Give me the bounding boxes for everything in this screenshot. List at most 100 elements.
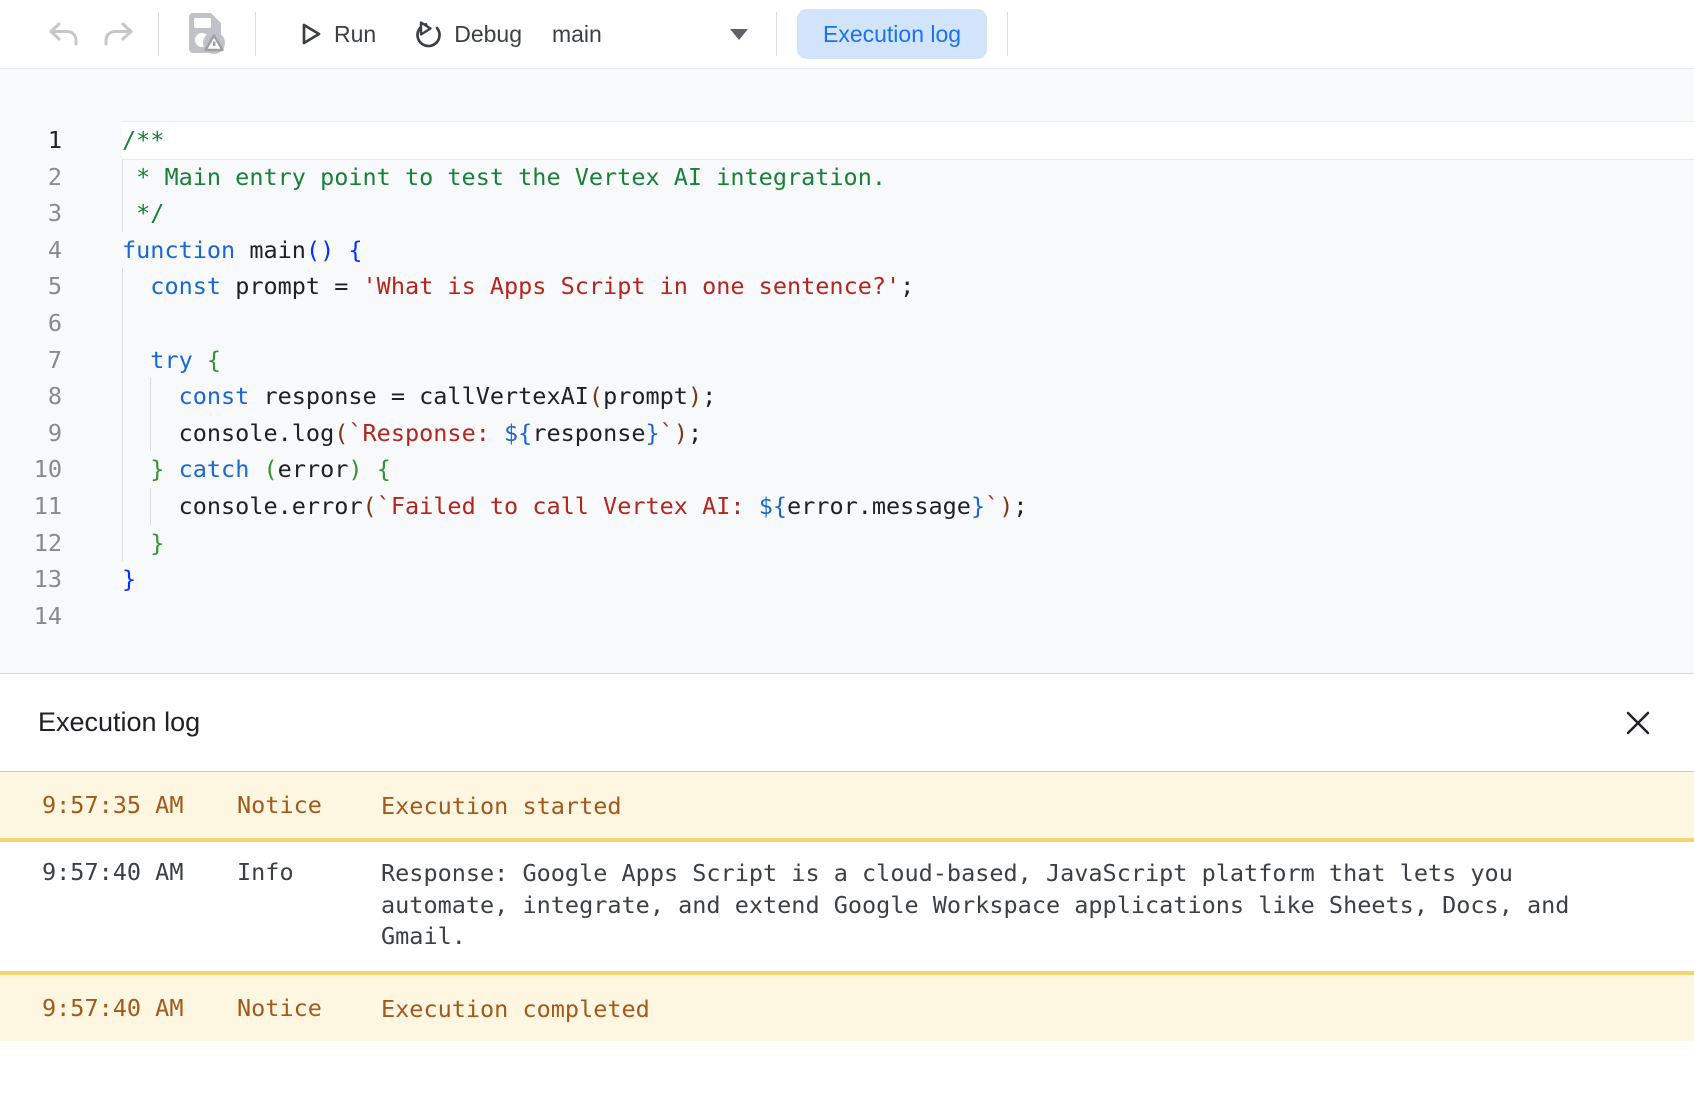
line-number[interactable]: 8 — [0, 378, 62, 415]
code-token: error — [278, 455, 349, 483]
code-token — [122, 272, 150, 300]
code-line[interactable]: 13} — [0, 561, 1694, 598]
code-line[interactable]: 3 */ — [0, 195, 1694, 232]
code-line-content[interactable]: } — [122, 561, 1694, 598]
code-token: ) — [348, 455, 362, 483]
undo-button[interactable] — [44, 14, 84, 54]
run-button[interactable]: Run — [296, 19, 376, 49]
code-line-content[interactable]: */ — [122, 195, 1694, 232]
code-line[interactable]: 4 function main() { — [0, 232, 1694, 269]
code-line[interactable]: 11 console.error(`Failed to call Vertex … — [0, 488, 1694, 525]
code-token: error.message — [787, 492, 971, 520]
code-token: `Failed to call Vertex AI: — [377, 492, 759, 520]
save-button[interactable] — [179, 8, 235, 60]
code-token: prompt — [603, 382, 688, 410]
code-line[interactable]: 1 /** — [0, 122, 1694, 159]
function-selector[interactable]: main — [552, 21, 748, 48]
code-line-content[interactable]: const prompt = 'What is Apps Script in o… — [122, 268, 1694, 305]
indent-guide — [150, 415, 151, 452]
line-number[interactable]: 10 — [0, 451, 62, 488]
code-editor[interactable]: 1 /** 2 * Main entry point to test the Ver… — [0, 69, 1694, 673]
log-entry: 9:57:40 AMNoticeExecution completed — [0, 971, 1694, 1041]
code-token: ; — [702, 382, 716, 410]
code-token: ${ — [504, 419, 532, 447]
apps-script-editor: Run Debug main Execution log 1 /** 2 * Mai… — [0, 0, 1694, 1098]
code-token: } — [150, 529, 164, 557]
code-token: ( — [264, 455, 278, 483]
execution-log-panel: Execution log 9:57:35 AM Notice Execution … — [0, 673, 1694, 1041]
line-number[interactable]: 11 — [0, 488, 62, 525]
line-number[interactable]: 1 — [0, 122, 62, 159]
code-line-content[interactable]: try { — [122, 342, 1694, 379]
code-line-content[interactable]: /** — [122, 122, 1694, 159]
line-number[interactable]: 12 — [0, 525, 62, 562]
indent-guide — [122, 415, 123, 452]
indent-guide — [150, 378, 151, 415]
code-line[interactable]: 10 } catch (error) { — [0, 451, 1694, 488]
code-token: console.log — [122, 419, 334, 447]
line-number[interactable]: 9 — [0, 415, 62, 452]
close-button[interactable] — [1622, 707, 1654, 739]
code-token — [164, 455, 178, 483]
debug-icon — [412, 18, 444, 50]
log-entry-level: Notice — [237, 975, 381, 1038]
code-line[interactable]: 14 — [0, 598, 1694, 635]
code-line-content[interactable]: } catch (error) { — [122, 451, 1694, 488]
code-line-content[interactable]: * Main entry point to test the Vertex AI… — [122, 159, 1694, 196]
toolbar-divider — [1007, 12, 1008, 56]
code-line[interactable]: 2 * Main entry point to test the Vertex … — [0, 159, 1694, 196]
code-token: catch — [179, 455, 250, 483]
code-token: ( — [589, 382, 603, 410]
code-token: ` — [985, 492, 999, 520]
code-token: ) — [688, 382, 702, 410]
code-line[interactable]: 8 const response = callVertexAI(prompt); — [0, 378, 1694, 415]
indent-guide — [122, 525, 123, 562]
code-token — [122, 346, 150, 374]
debug-button[interactable]: Debug — [412, 18, 522, 50]
undo-icon — [46, 20, 82, 48]
line-number[interactable]: 5 — [0, 268, 62, 305]
code-token: ${ — [759, 492, 787, 520]
code-token: const — [150, 272, 221, 300]
code-token: const — [179, 382, 250, 410]
indent-guide — [122, 378, 123, 415]
code-token: } — [122, 565, 136, 593]
line-number[interactable]: 14 — [0, 598, 62, 635]
code-line[interactable]: 9 console.log(`Response: ${response}`); — [0, 415, 1694, 452]
line-number[interactable]: 13 — [0, 561, 62, 598]
log-entry-time: 9:57:40 AM — [42, 975, 237, 1038]
line-number[interactable]: 4 — [0, 232, 62, 269]
log-entry-message: Execution started — [381, 772, 1621, 838]
log-entry-time: 9:57:35 AM — [42, 772, 237, 835]
line-number[interactable]: 3 — [0, 195, 62, 232]
code-line-content[interactable] — [122, 305, 1694, 342]
code-token — [193, 346, 207, 374]
redo-icon — [100, 20, 136, 48]
code-line[interactable]: 5 const prompt = 'What is Apps Script in… — [0, 268, 1694, 305]
code-line-content[interactable]: function main() { — [122, 232, 1694, 269]
code-token: { — [377, 455, 391, 483]
log-entry: 9:57:40 AMInfoResponse: Google Apps Scri… — [0, 838, 1694, 971]
code-line-content[interactable]: console.log(`Response: ${response}`); — [122, 415, 1694, 452]
code-token: () — [306, 236, 334, 264]
code-token — [122, 529, 150, 557]
execution-log-title: Execution log — [38, 707, 200, 738]
code-token: prompt = — [221, 272, 362, 300]
redo-button[interactable] — [98, 14, 138, 54]
chevron-down-icon — [730, 29, 748, 40]
code-token: * Main entry point to test the Vertex AI… — [122, 163, 886, 191]
code-line-content[interactable]: console.error(`Failed to call Vertex AI:… — [122, 488, 1694, 525]
line-number[interactable]: 7 — [0, 342, 62, 379]
code-line[interactable]: 7 try { — [0, 342, 1694, 379]
line-number[interactable]: 2 — [0, 159, 62, 196]
code-line[interactable]: 12 } — [0, 525, 1694, 562]
code-token: ) — [674, 419, 688, 447]
code-token: /** — [122, 126, 164, 154]
code-line[interactable]: 6 — [0, 305, 1694, 342]
code-line-content[interactable] — [122, 598, 1694, 635]
line-number[interactable]: 6 — [0, 305, 62, 342]
execution-log-button[interactable]: Execution log — [797, 9, 987, 59]
code-line-content[interactable]: const response = callVertexAI(prompt); — [122, 378, 1694, 415]
code-token: */ — [122, 199, 164, 227]
code-line-content[interactable]: } — [122, 525, 1694, 562]
